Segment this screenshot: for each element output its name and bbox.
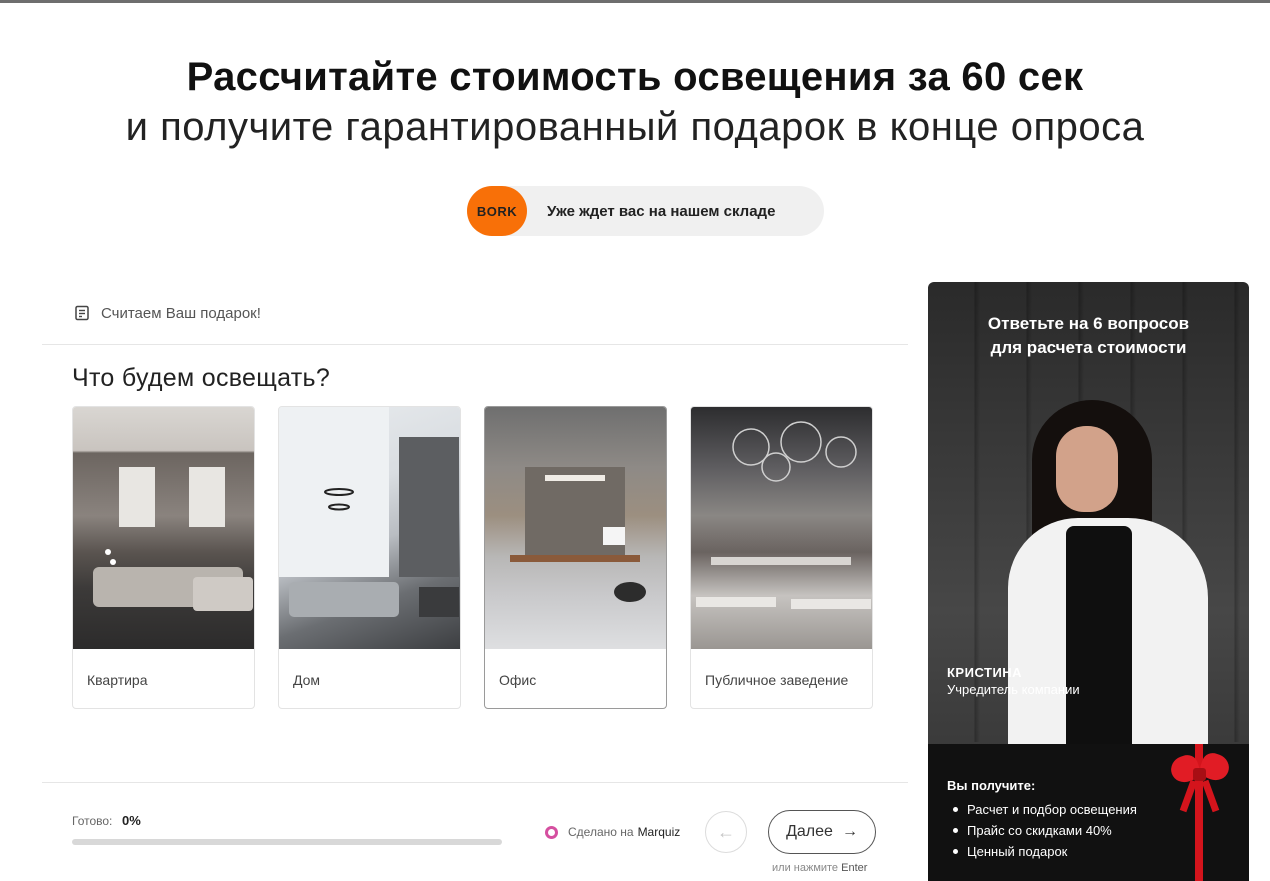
hint-key: Enter (841, 862, 868, 874)
sidebar-panel: Ответьте на 6 вопросов для расчета стоим… (928, 282, 1249, 881)
progress-bar (72, 839, 502, 845)
made-with-marquiz[interactable]: Сделано на Marquiz (545, 825, 680, 839)
gift-title: Вы получите: (947, 778, 1036, 793)
consultant-role: Учредитель компании (947, 682, 1080, 697)
apartment-scene (93, 467, 253, 611)
restaurant-image (691, 407, 872, 649)
bow-tail-right (1201, 779, 1220, 813)
office-image (485, 407, 666, 649)
page-title: Рассчитайте стоимость освещения за 60 се… (186, 55, 1084, 99)
keyboard-hint: или нажмите Enter (772, 862, 867, 874)
hint-prefix: или нажмите (772, 862, 839, 874)
sidebar-title: Ответьте на 6 вопросов для расчета стоим… (928, 312, 1249, 360)
quiz-panel: Считаем Ваш подарок! Что будем освещать?… (42, 282, 908, 881)
person-top (1066, 526, 1132, 745)
top-border (0, 0, 1270, 3)
footer-divider (42, 782, 908, 783)
gift-list: Расчет и подбор освещения Прайс со скидк… (953, 799, 1137, 862)
question-title: Что будем освещать? (72, 364, 331, 392)
bow-knot (1193, 768, 1206, 781)
gift-item: Расчет и подбор освещения (953, 799, 1137, 820)
quiz-subtitle: Считаем Ваш подарок! (101, 304, 261, 322)
arrow-right-icon: → (841, 823, 858, 840)
sidebar-title-line1: Ответьте на 6 вопросов (987, 314, 1190, 333)
gift-box: Вы получите: Расчет и подбор освещения П… (928, 744, 1249, 881)
sidebar-title-line2: для расчета стоимости (990, 338, 1187, 357)
option-house[interactable]: Дом (278, 406, 461, 709)
progress-value: 0% (122, 813, 141, 828)
option-apartment[interactable]: Квартира (72, 406, 255, 709)
option-label: Дом (293, 671, 321, 688)
apartment-image (73, 407, 254, 649)
restaurant-scene (696, 421, 871, 609)
person-face (1056, 426, 1118, 512)
document-icon (75, 305, 89, 321)
next-button[interactable]: Далее → (768, 810, 876, 854)
made-with-prefix: Сделано на (568, 825, 634, 839)
gift-item: Ценный подарок (953, 841, 1137, 862)
next-button-label: Далее (786, 823, 833, 840)
house-scene (279, 407, 459, 617)
option-label: Публичное заведение (705, 671, 849, 688)
marquiz-logo-icon (545, 825, 558, 839)
house-image (279, 407, 460, 649)
back-button[interactable]: ← (705, 811, 747, 853)
gift-item: Прайс со скидками 40% (953, 820, 1137, 841)
bork-logo: BORK (467, 186, 527, 236)
promo-text: Уже ждет вас на нашем складе (547, 202, 776, 220)
progress-label: Готово: (72, 814, 113, 828)
promo-badge: BORK Уже ждет вас на нашем складе (467, 186, 824, 236)
made-with-brand: Marquiz (637, 825, 681, 839)
page-subtitle: и получите гарантированный подарок в кон… (125, 105, 1145, 149)
option-label: Офис (499, 671, 537, 688)
arrow-left-icon: ← (717, 821, 735, 842)
option-office[interactable]: Офис (484, 406, 667, 709)
option-label: Квартира (87, 671, 148, 688)
answer-options: Квартира Дом Офис Публичное заведение (72, 406, 873, 709)
consultant-name: КРИСТИНА (947, 665, 1023, 680)
office-scene (510, 467, 646, 602)
page-header: Рассчитайте стоимость освещения за 60 се… (0, 52, 1270, 152)
quiz-header: Считаем Ваш подарок! (42, 282, 908, 345)
gift-bow-icon (1167, 744, 1233, 881)
option-public-venue[interactable]: Публичное заведение (690, 406, 873, 709)
